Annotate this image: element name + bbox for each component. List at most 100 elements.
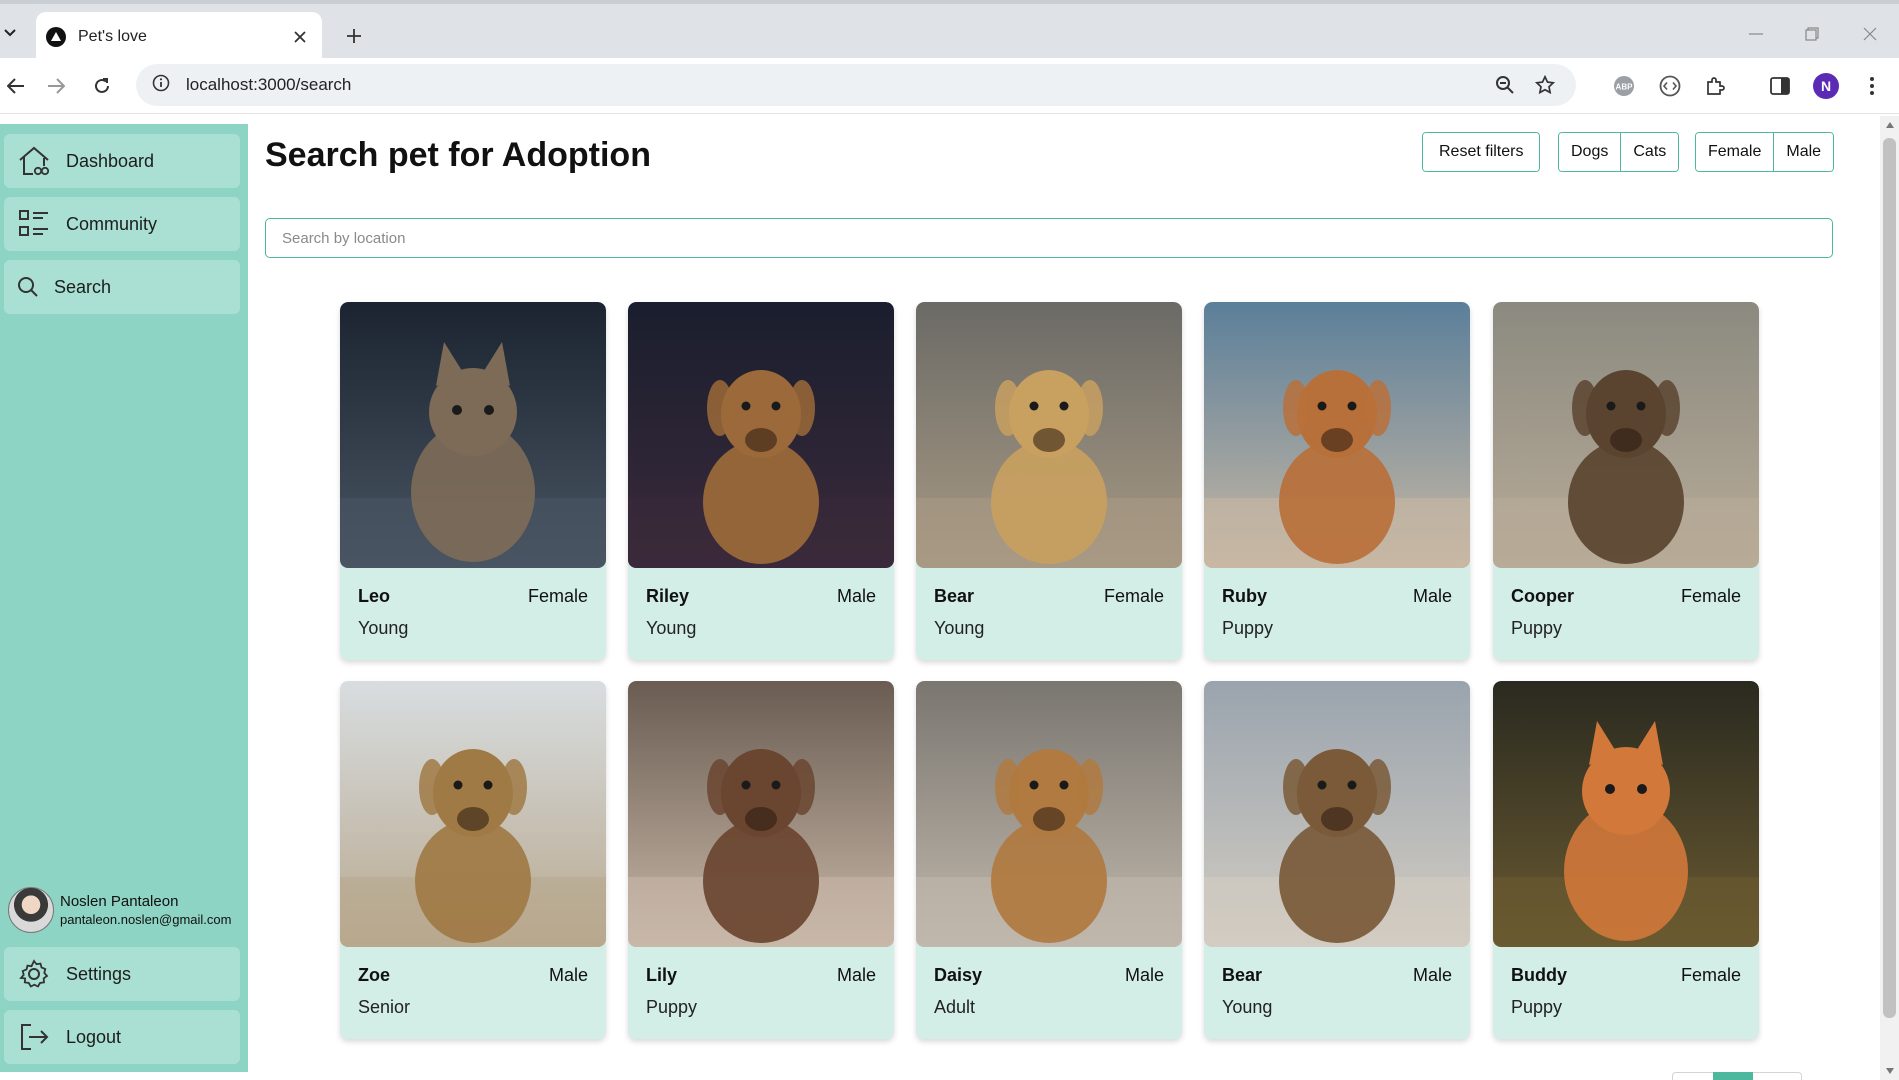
pet-gender: Female: [527, 586, 588, 606]
back-arrow-icon[interactable]: [0, 70, 32, 102]
pet-photo[interactable]: [916, 681, 1182, 947]
browser-menu-dots-icon[interactable]: [1856, 70, 1888, 102]
close-window-icon[interactable]: [1850, 18, 1890, 50]
pet-age: Young: [934, 618, 985, 638]
user-name: Noslen Pantaleon: [60, 893, 179, 910]
pet-name: Ruby: [1222, 586, 1267, 606]
address-bar[interactable]: localhost:3000/search: [136, 64, 1576, 106]
pet-photo[interactable]: [628, 681, 894, 947]
bookmark-star-icon[interactable]: [1530, 70, 1560, 100]
pet-gender: Male: [836, 965, 876, 985]
main-content: Search pet for Adoption Reset filters Do…: [248, 124, 1878, 1080]
page-scrollbar[interactable]: [1880, 116, 1899, 1080]
pet-photo[interactable]: [340, 681, 606, 947]
pet-card[interactable]: Buddy Female Puppy: [1493, 681, 1759, 1039]
tab-close-icon[interactable]: [288, 25, 312, 49]
list-icon: [14, 204, 54, 244]
pet-age: Puppy: [1511, 618, 1563, 638]
gender-filter-group: Female Male: [1695, 132, 1835, 172]
sidebar-item-label: Community: [66, 213, 158, 234]
sidebar-item-search[interactable]: Search: [4, 260, 240, 314]
restore-window-icon[interactable]: [1792, 18, 1832, 50]
reload-icon[interactable]: [86, 70, 118, 102]
sidebar-item-settings[interactable]: Settings: [4, 947, 240, 1001]
pet-card[interactable]: Zoe Male Senior: [340, 681, 606, 1039]
extensions-puzzle-icon[interactable]: [1700, 70, 1732, 102]
scroll-down-arrow-icon[interactable]: [1880, 1062, 1899, 1080]
sidebar-item-dashboard[interactable]: Dashboard: [4, 134, 240, 188]
pet-name: Daisy: [934, 965, 983, 985]
location-search-input[interactable]: [265, 218, 1833, 258]
pet-age: Puppy: [646, 997, 698, 1017]
pet-photo[interactable]: [1493, 302, 1759, 568]
sidebar: Dashboard Community Search Noslen Pantal…: [0, 124, 248, 1072]
new-tab-plus-icon[interactable]: [338, 20, 370, 52]
browser-toolbar: localhost:3000/search ABP N: [0, 58, 1899, 114]
pet-photo[interactable]: [916, 302, 1182, 568]
user-profile[interactable]: Noslen Pantaleon pantaleon.noslen@gmail.…: [8, 884, 244, 936]
side-panel-icon[interactable]: [1764, 70, 1796, 102]
pet-name: Zoe: [358, 965, 391, 985]
reset-filters-group: Reset filters: [1422, 132, 1541, 172]
pet-age: Adult: [934, 997, 976, 1017]
pet-gender: Male: [836, 586, 876, 606]
page-title: Search pet for Adoption: [265, 136, 651, 174]
pet-gender: Female: [1680, 965, 1741, 985]
browser-tab-active[interactable]: Pet's love: [36, 12, 322, 62]
pet-age: Puppy: [1511, 997, 1563, 1017]
pet-card[interactable]: Bear Female Young: [916, 302, 1182, 660]
pet-age: Young: [646, 618, 697, 638]
reset-filters-button[interactable]: Reset filters: [1423, 133, 1540, 171]
forward-arrow-icon[interactable]: [40, 70, 72, 102]
pet-photo[interactable]: [1204, 302, 1470, 568]
code-extension-icon[interactable]: [1654, 70, 1686, 102]
pet-gender: Male: [1124, 965, 1164, 985]
filter-dogs-button[interactable]: Dogs: [1559, 133, 1621, 171]
pet-name: Lily: [646, 965, 678, 985]
avatar: [8, 887, 54, 933]
species-filter-group: Dogs Cats: [1558, 132, 1680, 172]
home-icon: [14, 141, 54, 181]
filter-male-button[interactable]: Male: [1773, 133, 1834, 171]
sidebar-item-community[interactable]: Community: [4, 197, 240, 251]
browser-tabstrip: Pet's love: [0, 0, 1899, 62]
pet-name: Bear: [1222, 965, 1263, 985]
minimize-window-icon[interactable]: [1736, 18, 1776, 50]
tab-search-chevron-icon[interactable]: [0, 18, 20, 48]
adblock-extension-icon[interactable]: ABP: [1608, 70, 1640, 102]
sidebar-item-label: Settings: [66, 963, 132, 984]
tab-title: Pet's love: [78, 28, 147, 45]
zoom-icon[interactable]: [1490, 70, 1520, 100]
pet-card[interactable]: Leo Female Young: [340, 302, 606, 660]
user-email: pantaleon.noslen@gmail.com: [60, 912, 232, 927]
sidebar-item-label: Dashboard: [66, 150, 155, 171]
profile-avatar[interactable]: N: [1810, 70, 1842, 102]
gear-icon: [14, 954, 54, 994]
pet-photo[interactable]: [628, 302, 894, 568]
filter-cats-button[interactable]: Cats: [1620, 133, 1679, 171]
pet-gender: Male: [1412, 965, 1452, 985]
pet-gender: Female: [1103, 586, 1164, 606]
pet-card[interactable]: Riley Male Young: [628, 302, 894, 660]
scrollbar-thumb[interactable]: [1883, 138, 1896, 1018]
sidebar-item-logout[interactable]: Logout: [4, 1010, 240, 1064]
filter-female-button[interactable]: Female: [1696, 133, 1774, 171]
pet-name: Riley: [646, 586, 690, 606]
pet-card[interactable]: Daisy Male Adult: [916, 681, 1182, 1039]
site-favicon-icon: [46, 27, 66, 47]
site-info-icon[interactable]: [152, 74, 170, 97]
pet-card[interactable]: Lily Male Puppy: [628, 681, 894, 1039]
pet-photo[interactable]: [1204, 681, 1470, 947]
pet-name: Cooper: [1511, 586, 1574, 606]
pet-photo[interactable]: [1493, 681, 1759, 947]
pet-card[interactable]: Cooper Female Puppy: [1493, 302, 1759, 660]
pet-gender: Female: [1680, 586, 1741, 606]
pet-photo[interactable]: [340, 302, 606, 568]
svg-text:ABP: ABP: [1616, 83, 1634, 92]
scroll-up-arrow-icon[interactable]: [1880, 116, 1899, 134]
pagination[interactable]: [1672, 1072, 1802, 1080]
pet-name: Leo: [358, 586, 391, 606]
pet-card[interactable]: Bear Male Young: [1204, 681, 1470, 1039]
pet-card[interactable]: Ruby Male Puppy: [1204, 302, 1470, 660]
pet-age: Young: [358, 618, 409, 638]
